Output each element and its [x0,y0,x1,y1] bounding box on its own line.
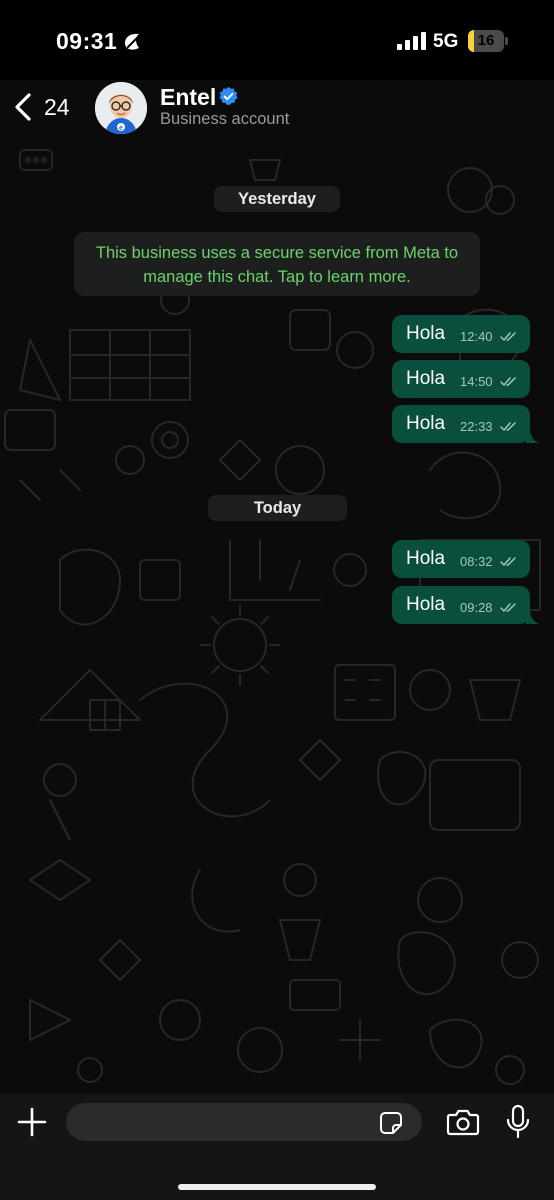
message-bubble[interactable]: Hola 08:32 [392,540,530,578]
message-bubble[interactable]: Hola 09:28 [392,586,530,624]
chat-header: 24 e Entel Business account [0,80,554,140]
svg-text:e: e [119,125,123,132]
bubble-tail [526,429,539,443]
avatar-memoji-icon: e [95,82,147,134]
message-input[interactable] [66,1103,422,1141]
double-check-icon [500,377,516,386]
message-text: Hola [406,548,446,569]
network-type: 5G [433,31,459,52]
message-time: 09:28 [460,600,493,615]
message-bubble[interactable]: Hola 14:50 [392,360,530,398]
message-time: 22:33 [460,419,493,434]
plus-icon[interactable] [16,1106,48,1138]
double-check-icon [500,332,516,341]
meta-service-notice[interactable]: This business uses a secure service from… [74,232,480,296]
double-check-icon [500,422,516,431]
message-time: 08:32 [460,554,493,569]
avatar[interactable]: e [95,82,147,134]
contact-name[interactable]: Entel [160,84,216,111]
home-indicator [178,1184,376,1190]
message-text: Hola [406,323,446,344]
verified-badge-icon [219,86,238,106]
double-check-icon [500,603,516,612]
contact-subtitle: Business account [160,110,290,128]
message-time: 14:50 [460,374,493,389]
message-bubble[interactable]: Hola 22:33 [392,405,530,443]
back-unread-count[interactable]: 24 [44,94,70,121]
message-text: Hola [406,594,446,615]
bubble-tail [526,610,539,624]
date-separator-today: Today [208,495,347,521]
message-text: Hola [406,413,446,434]
double-check-icon [500,557,516,566]
battery-icon: 16 [468,30,508,52]
cellular-signal-icon [397,32,426,50]
camera-icon[interactable] [446,1107,480,1137]
message-bubble[interactable]: Hola 12:40 [392,315,530,353]
composer-bar [0,1094,554,1200]
chevron-left-icon[interactable] [12,92,34,122]
moon-leaf-icon [125,33,139,50]
chat-area: Yesterday This business uses a secure se… [0,140,554,1094]
status-bar: 09:31 5G 16 [0,0,554,80]
message-time: 12:40 [460,329,493,344]
status-time: 09:31 [56,28,118,54]
date-separator-yesterday: Yesterday [214,186,340,212]
microphone-icon[interactable] [505,1104,531,1140]
sticker-icon[interactable] [379,1111,403,1135]
battery-level: 16 [477,32,495,49]
message-text: Hola [406,368,446,389]
